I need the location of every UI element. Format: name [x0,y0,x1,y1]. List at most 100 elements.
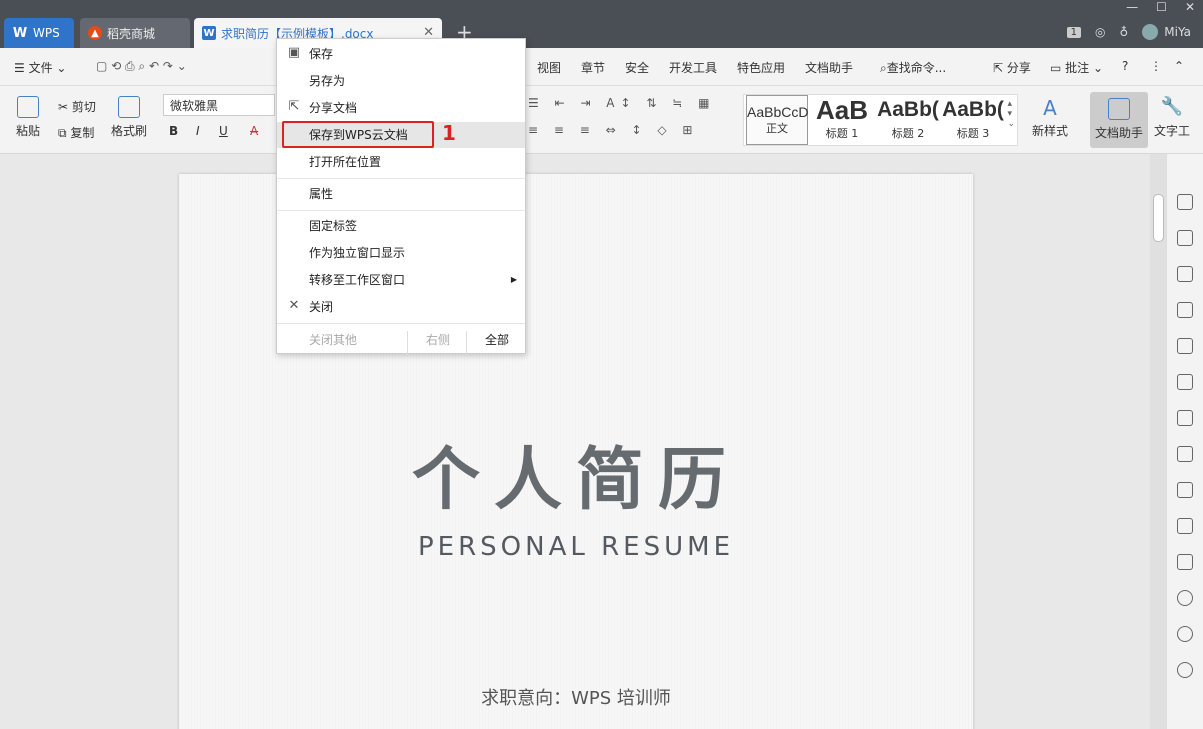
menu-close[interactable]: ✕ 关闭 [277,294,525,320]
style-heading-3[interactable]: AaBb( 标题 3 [942,95,1004,145]
copy-label: 复制 [70,126,95,140]
menu-separate-window[interactable]: 作为独立窗口显示 [277,240,525,266]
command-search-label: 查找命令... [886,61,947,75]
scissors-icon: ✂ [58,100,72,114]
menu-properties[interactable]: 属性 [277,181,525,207]
user-name: MiYa [1164,25,1191,39]
shapes-icon[interactable] [1177,266,1193,282]
style-heading-1[interactable]: AaB 标题 1 [810,95,874,145]
comment-label: 批注 [1065,61,1090,75]
paragraph-tools-top[interactable]: ☰ ⇤ ⇥ A↕ ⇅ ≒ ▦ [528,96,715,110]
menu-move-to-workspace[interactable]: 转移至工作区窗口 ▶ [277,267,525,293]
paragraph-tools-bottom[interactable]: ≡ ≡ ≡ ⇔ ↕ ◇ ⊞ [528,123,698,137]
close-others-button[interactable]: 关闭其他 [309,331,357,348]
share-button[interactable]: ⇱ 分享 [993,59,1031,76]
right-side-panel [1166,154,1203,729]
pen-icon[interactable] [1177,194,1193,210]
apps-icon[interactable] [1177,374,1193,390]
share-label: 分享 [1006,61,1031,75]
copy-button[interactable]: ⧉ 复制 [58,124,94,141]
clipboard-icon [17,96,39,118]
window-count-badge[interactable]: 1 [1066,26,1081,38]
wps-logo-icon: W [12,25,28,41]
vertical-scrollbar[interactable] [1150,154,1166,729]
paste-button[interactable]: 粘贴 [12,96,44,139]
style-heading-2[interactable]: AaBb( 标题 2 [876,95,940,145]
menu-special[interactable]: 特色应用 [737,59,785,76]
underline-button[interactable]: U [219,124,228,138]
menu-chapter[interactable]: 章节 [581,59,605,76]
bold-button[interactable]: B [169,124,178,138]
menu-developer[interactable]: 开发工具 [669,59,717,76]
table-icon[interactable] [1177,338,1193,354]
menu-security[interactable]: 安全 [625,59,649,76]
menu-divider [277,178,525,179]
menu-close-label: 关闭 [309,300,334,314]
user-account[interactable]: MiYa [1142,24,1191,40]
format-painter-button[interactable]: 格式刷 [110,96,148,139]
menu-divider [277,210,525,211]
menu-open-location[interactable]: 打开所在位置 [277,149,525,175]
paste-label: 粘贴 [15,124,40,138]
close-window-icon[interactable]: ✕ [1185,0,1195,14]
menu-move-to-workspace-label: 转移至工作区窗口 [309,273,406,287]
quick-access-icons[interactable]: ▢ ⟲ ⎙ ⌕ ↶ ↷ ⌄ [96,59,187,74]
cut-label: 剪切 [71,100,96,114]
title-right-tools: 1 ◎ ♁ MiYa [1066,24,1191,40]
menu-pin-tab[interactable]: 固定标签 [277,213,525,239]
scroll-thumb[interactable] [1153,194,1164,242]
fill-icon[interactable] [1177,302,1193,318]
menu-view[interactable]: 视图 [537,59,561,76]
image-icon[interactable] [1177,554,1193,570]
window-controls: — ☐ ✕ [1126,0,1195,14]
footer-divider [407,331,408,355]
docer-flame-icon: ▲ [88,26,102,40]
close-all-button[interactable]: 全部 [485,331,509,348]
strikethrough-icon[interactable]: A [250,124,258,138]
menu-save-as[interactable]: 另存为 [277,68,525,94]
shirt-icon[interactable]: ♁ [1119,25,1128,39]
font-name-select[interactable]: 微软雅黑 [163,94,275,116]
file-menu[interactable]: ☰ 文件 ⌄ [14,59,66,76]
highlight-box [282,121,434,148]
close-icon: ✕ [288,298,300,313]
new-style-button[interactable]: A 新样式 [1026,96,1074,139]
sliders-icon[interactable] [1177,410,1193,426]
more-icon[interactable]: ⋮ [1150,59,1162,73]
new-style-icon: A [1043,96,1057,120]
share-icon: ⇱ [288,99,300,114]
document-copy-icon[interactable] [1177,446,1193,462]
file-menu-label: 文件 [28,61,53,75]
tab-docer-store[interactable]: ▲ 稻壳商城 [80,18,190,48]
collapse-icon[interactable]: ⌃ [1174,59,1184,73]
style-preview: AaBb( [942,98,1004,121]
text-tools-button[interactable]: 🔧 文字工 [1154,96,1190,139]
cursor-icon[interactable] [1177,230,1193,246]
italic-button[interactable]: I [196,124,200,138]
tab-context-menu: ▣ 保存 另存为 ⇱ 分享文档 保存到WPS云文档 打开所在位置 属性 固定标签 作… [276,38,526,355]
menu-open-location-label: 打开所在位置 [309,155,382,169]
menu-save[interactable]: ▣ 保存 [277,41,525,67]
tab-wps[interactable]: W WPS [4,18,74,48]
help-icon[interactable]: ? [1122,59,1128,73]
backup-icon[interactable] [1177,590,1193,606]
close-right-button[interactable]: 右侧 [426,331,450,348]
export-icon[interactable] [1177,482,1193,498]
translate-icon[interactable] [1177,518,1193,534]
help-circle-icon[interactable] [1177,662,1193,678]
menu-doc-assistant[interactable]: 文档助手 [805,59,853,76]
cut-button[interactable]: ✂ 剪切 [58,98,96,115]
menu-share-document[interactable]: ⇱ 分享文档 [277,95,525,121]
comment-button[interactable]: ▭ 批注 ⌄ [1050,59,1103,76]
doc-assistant-button[interactable]: 文档助手 [1090,92,1148,148]
format-painter-label: 格式刷 [110,124,147,138]
minimize-icon[interactable]: — [1126,0,1138,14]
maximize-icon[interactable]: ☐ [1156,0,1167,14]
style-gallery: AaBbCcD 正文 AaB 标题 1 AaBb( 标题 2 AaBb( 标题 … [743,94,1018,146]
command-search[interactable]: ⌕查找命令... [880,59,946,76]
gallery-scroll-icon[interactable]: ▴ ▾ ⌄ [1007,99,1015,129]
style-normal[interactable]: AaBbCcD 正文 [746,95,808,145]
style-label: 正文 [766,122,788,135]
history-icon[interactable] [1177,626,1193,642]
skin-icon[interactable]: ◎ [1095,25,1105,39]
